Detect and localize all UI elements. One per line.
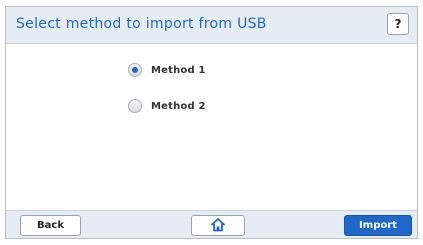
import-button[interactable]: Import xyxy=(344,215,412,236)
page-title: Select method to import from USB xyxy=(16,16,267,32)
option-label: Method 1 xyxy=(151,64,206,76)
option-method-1[interactable]: Method 1 xyxy=(128,60,206,80)
back-button[interactable]: Back xyxy=(20,215,81,236)
help-button[interactable]: ? xyxy=(387,13,409,35)
import-usb-screen: Select method to import from USB ? Metho… xyxy=(5,6,418,239)
option-method-2[interactable]: Method 2 xyxy=(128,96,206,116)
footer-bar: Back Import xyxy=(6,210,417,238)
method-options: Method 1 Method 2 xyxy=(128,60,206,132)
option-label: Method 2 xyxy=(151,100,206,112)
home-icon xyxy=(210,217,226,235)
radio-method-1[interactable] xyxy=(128,63,142,77)
radio-method-2[interactable] xyxy=(128,99,142,113)
home-button[interactable] xyxy=(191,215,245,236)
header-bar: Select method to import from USB ? xyxy=(6,7,417,44)
